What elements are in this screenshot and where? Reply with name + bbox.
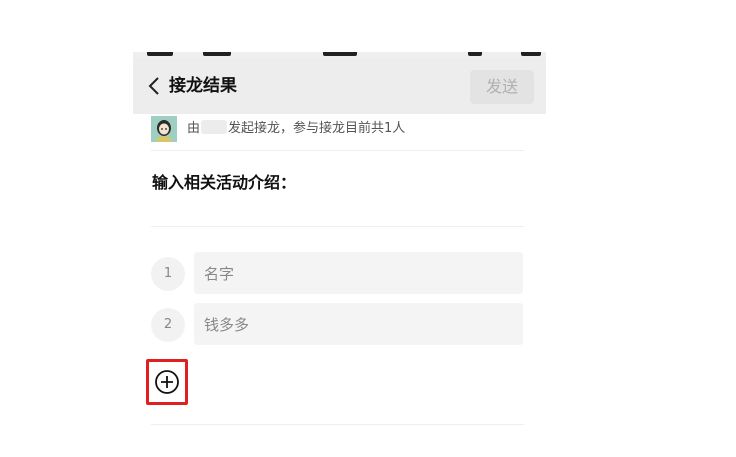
initiator-info: 由 发起接龙，参与接龙目前共1人 [133, 114, 546, 152]
activity-intro-field[interactable]: 输入相关活动介绍： [152, 170, 296, 196]
plus-circle-icon [155, 370, 179, 394]
info-prefix: 由 [187, 121, 201, 136]
entry-input[interactable] [194, 303, 523, 345]
back-button[interactable] [143, 74, 165, 98]
entry-input[interactable] [194, 252, 523, 294]
redacted-name [201, 120, 228, 134]
divider [151, 150, 524, 151]
nav-bar: 接龙结果 发送 [133, 58, 546, 114]
send-button[interactable]: 发送 [470, 70, 534, 104]
add-entry-button[interactable] [146, 359, 188, 405]
initiator-text: 由 发起接龙，参与接龙目前共1人 [187, 119, 405, 139]
entry-number: 1 [151, 257, 185, 291]
info-suffix: 发起接龙，参与接龙目前共1人 [228, 121, 406, 136]
avatar [151, 116, 177, 142]
chevron-left-icon [148, 77, 159, 95]
entry-number: 2 [151, 308, 185, 342]
phone-screen: 接龙结果 发送 由 发起接龙，参与接龙目前共1人 输入相关活动介绍： 1 2 [133, 52, 546, 457]
divider [151, 424, 524, 425]
page-title: 接龙结果 [169, 76, 237, 96]
divider [151, 226, 524, 227]
